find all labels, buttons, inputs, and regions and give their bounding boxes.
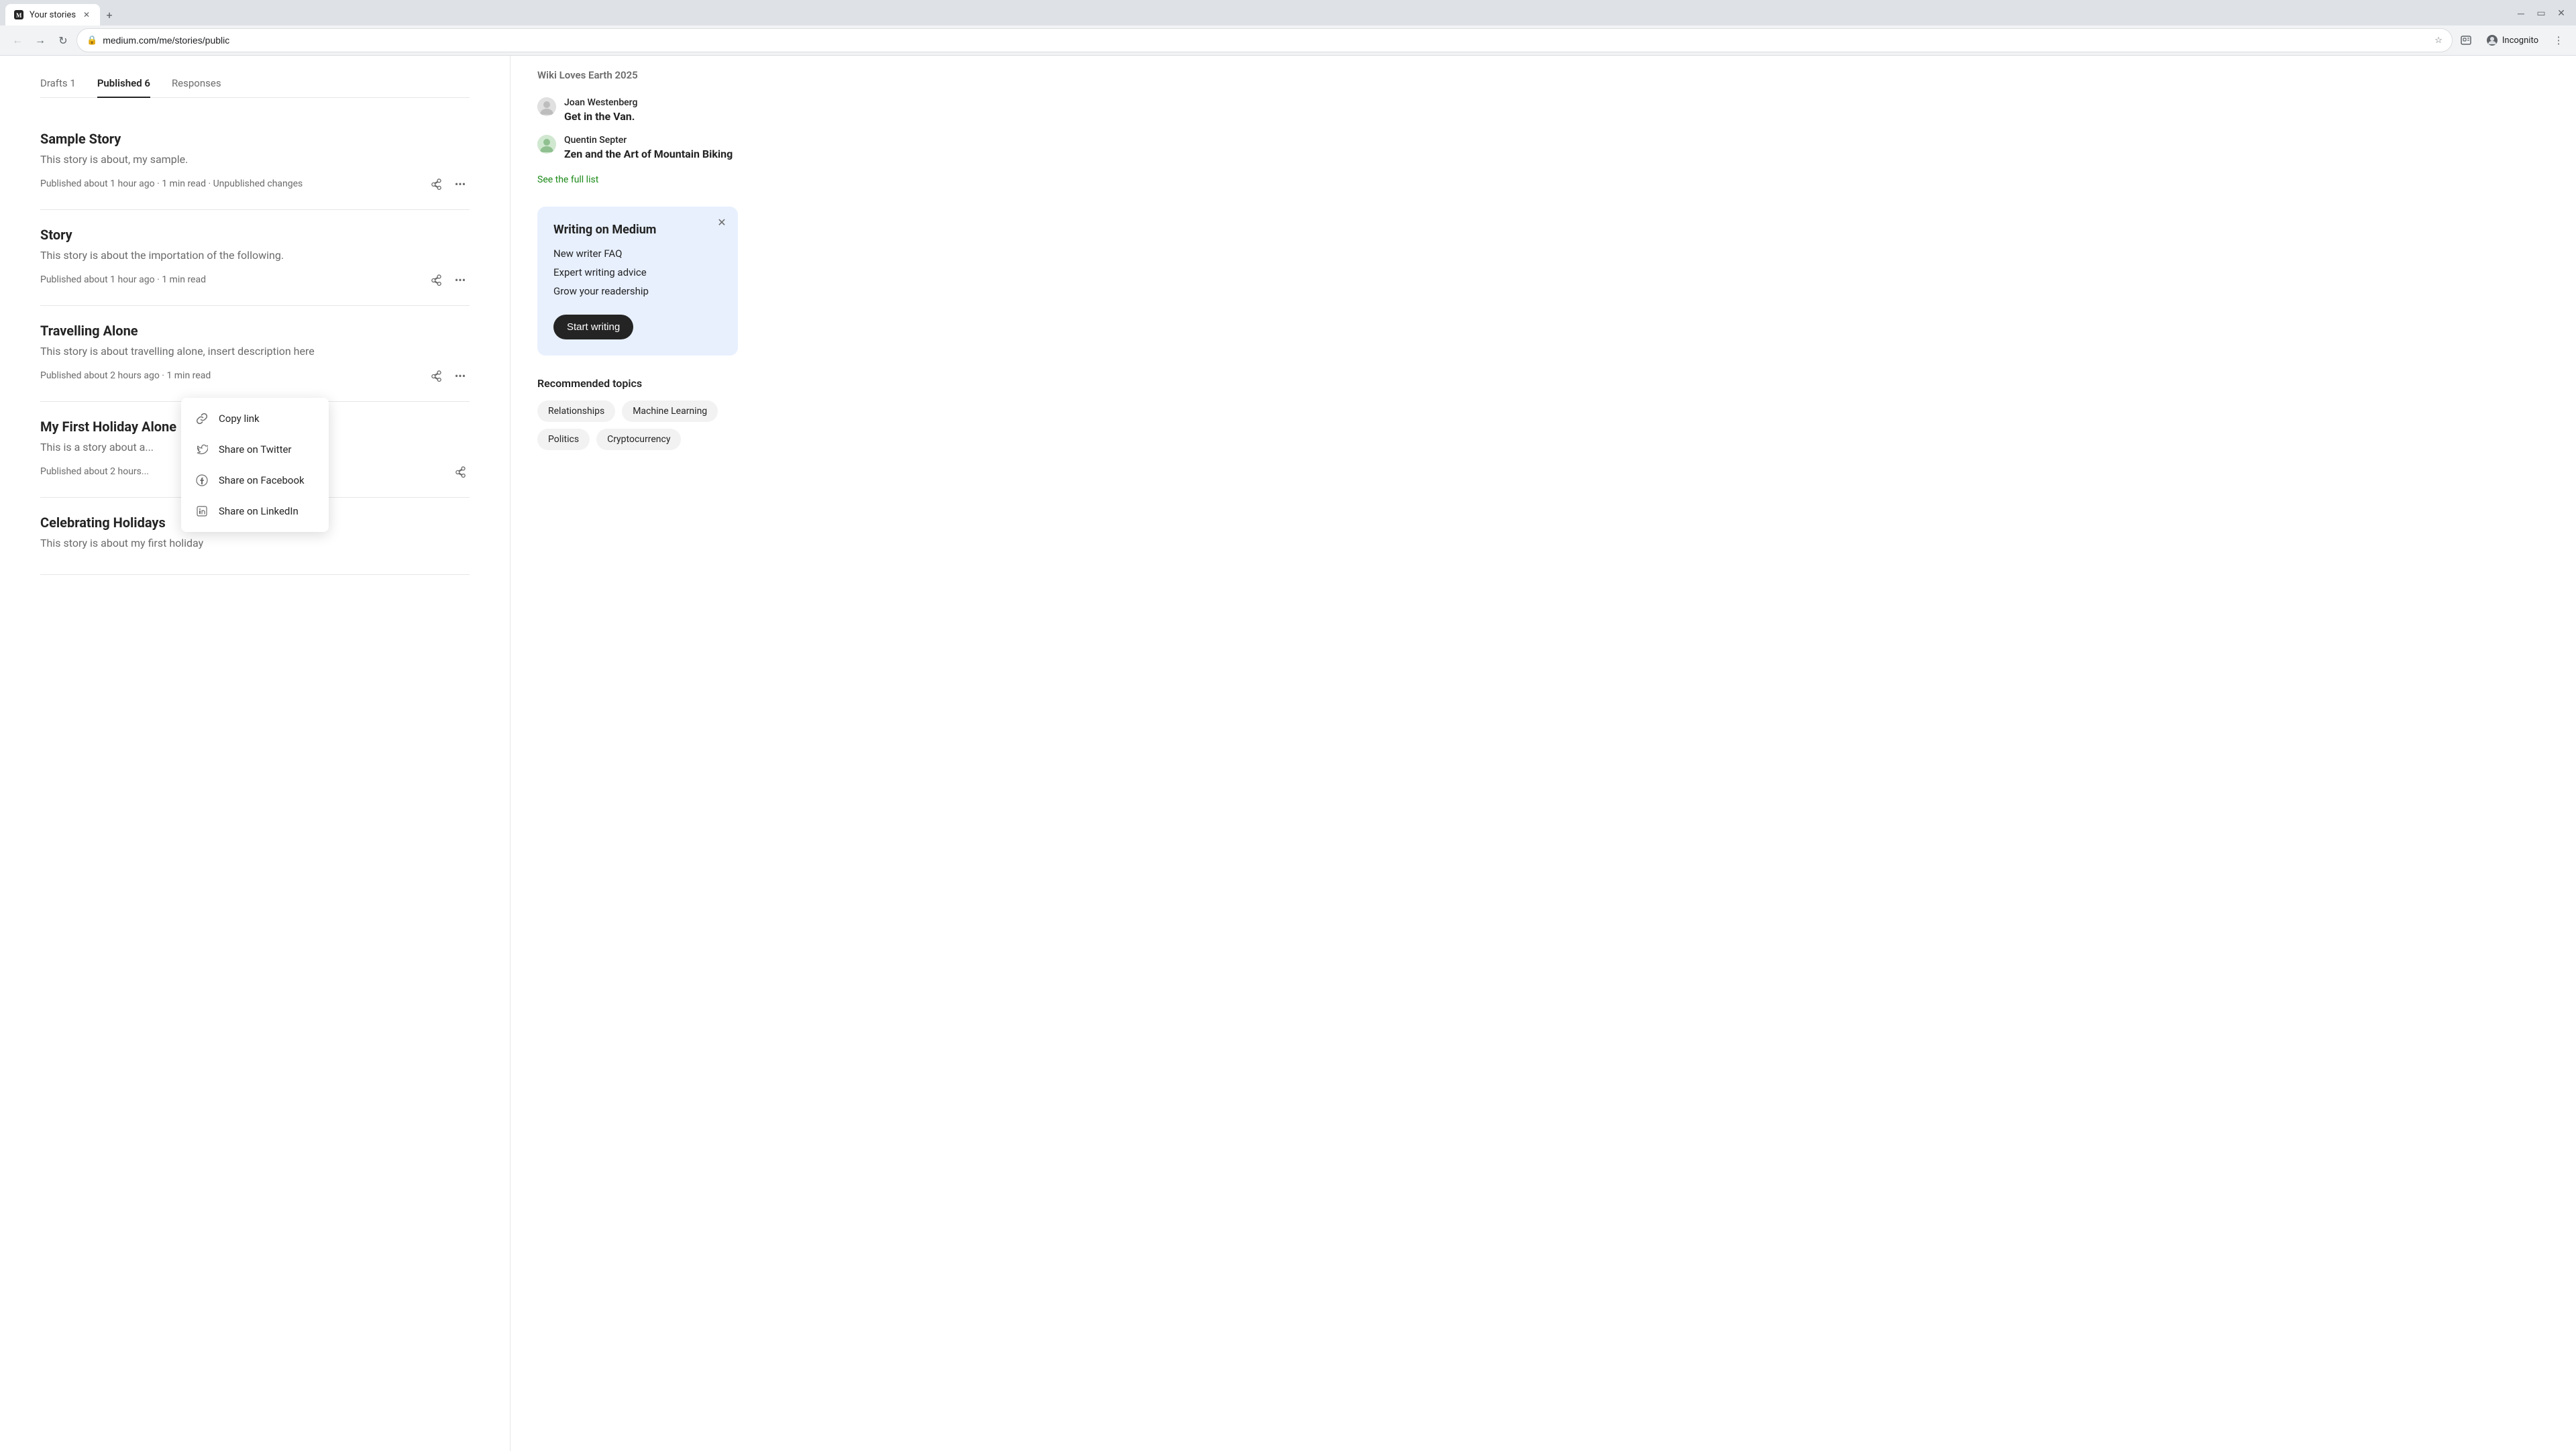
start-writing-button[interactable]: Start writing — [553, 315, 633, 339]
rec-title[interactable]: Zen and the Art of Mountain Biking — [564, 148, 738, 162]
story-tabs: Drafts 1 Published 6 Responses — [40, 56, 470, 98]
tab-published[interactable]: Published 6 — [97, 69, 150, 97]
twitter-icon — [195, 442, 209, 457]
avatar — [537, 135, 556, 154]
rec-item: Joan Westenberg Get in the Van. — [537, 97, 738, 124]
share-linkedin-label: Share on LinkedIn — [219, 505, 299, 517]
writing-on-medium-card: ✕ Writing on Medium New writer FAQ Exper… — [537, 207, 738, 356]
story-actions — [451, 462, 470, 481]
new-tab-button[interactable]: + — [100, 5, 119, 24]
writing-card-close-button[interactable]: ✕ — [714, 215, 730, 231]
avatar — [537, 97, 556, 116]
rec-title[interactable]: Get in the Van. — [564, 110, 738, 124]
topic-politics[interactable]: Politics — [537, 429, 590, 450]
story-excerpt: This story is about my first holiday — [40, 535, 470, 551]
tab-responses[interactable]: Responses — [172, 69, 221, 97]
story-meta-row: Published about 2 hours ago · 1 min read… — [40, 366, 470, 385]
see-full-list-link[interactable]: See the full list — [537, 174, 598, 185]
lock-icon: 🔒 — [87, 36, 97, 46]
rec-content: Joan Westenberg Get in the Van. — [564, 97, 738, 124]
share-twitter-label: Share on Twitter — [219, 443, 292, 455]
maximize-button[interactable]: ▭ — [2532, 4, 2551, 23]
share-dropdown-menu: Copy link Share on Twitter — [181, 398, 329, 532]
bookmark-icon[interactable] — [2457, 31, 2475, 50]
recommended-topics-title: Recommended topics — [537, 377, 738, 390]
story-excerpt: This story is about travelling alone, in… — [40, 343, 470, 360]
story-actions: ••• — [427, 174, 470, 193]
story-excerpt: This story is about the importation of t… — [40, 248, 470, 264]
star-icon[interactable]: ☆ — [2434, 36, 2443, 46]
forward-button[interactable]: → — [31, 31, 50, 50]
story-meta: Published about 1 hour ago · 1 min read — [40, 274, 206, 285]
topics-grid: Relationships Machine Learning Politics … — [537, 400, 738, 450]
tab-drafts[interactable]: Drafts 1 — [40, 69, 76, 97]
rec-item: Quentin Septer Zen and the Art of Mounta… — [537, 135, 738, 162]
writing-card-title: Writing on Medium — [553, 223, 722, 237]
topic-cryptocurrency[interactable]: Cryptocurrency — [596, 429, 681, 450]
page-content: Drafts 1 Published 6 Responses Sample St… — [0, 56, 2576, 1451]
rec-content: Quentin Septer Zen and the Art of Mounta… — [564, 135, 738, 162]
linkedin-icon — [195, 504, 209, 519]
dropdown-share-facebook[interactable]: Share on Facebook — [181, 465, 329, 496]
address-bar[interactable]: 🔒 ☆ — [76, 28, 2453, 52]
url-input[interactable] — [103, 35, 2429, 46]
story-item: Sample Story This story is about, my sam… — [40, 114, 470, 210]
new-writer-faq-link[interactable]: New writer FAQ — [553, 248, 722, 260]
more-button[interactable]: ••• — [451, 270, 470, 289]
sidebar-top-title: Wiki Loves Earth 2025 — [537, 69, 738, 81]
back-button[interactable]: ← — [8, 31, 27, 50]
topic-machine-learning[interactable]: Machine Learning — [622, 400, 718, 422]
share-button[interactable] — [427, 270, 445, 289]
story-excerpt: This story is about, my sample. — [40, 152, 470, 168]
recommended-articles-section: Joan Westenberg Get in the Van. Quentin … — [537, 97, 738, 185]
story-meta-row: Published about 1 hour ago · 1 min read … — [40, 270, 470, 289]
story-item: Story This story is about the importatio… — [40, 210, 470, 306]
dropdown-share-twitter[interactable]: Share on Twitter — [181, 434, 329, 465]
story-title[interactable]: Sample Story — [40, 130, 470, 148]
incognito-button[interactable]: Incognito — [2479, 32, 2545, 49]
grow-readership-link[interactable]: Grow your readership — [553, 285, 722, 297]
share-button[interactable] — [451, 462, 470, 481]
rec-author: Quentin Septer — [564, 135, 738, 146]
story-title[interactable]: Travelling Alone — [40, 322, 470, 339]
browser-tab-active[interactable]: M Your stories ✕ — [5, 4, 100, 25]
share-facebook-label: Share on Facebook — [219, 474, 305, 486]
tab-favicon: M — [13, 9, 24, 20]
sidebar-top-section: Wiki Loves Earth 2025 — [537, 69, 738, 81]
incognito-label: Incognito — [2502, 36, 2538, 46]
more-button[interactable]: ••• — [451, 174, 470, 193]
close-button[interactable]: ✕ — [2552, 4, 2571, 23]
link-icon — [195, 411, 209, 426]
sidebar: Wiki Loves Earth 2025 Joan Westenberg Ge… — [510, 56, 765, 1451]
story-meta: Published about 2 hours ago · 1 min read — [40, 370, 211, 381]
rec-author: Joan Westenberg — [564, 97, 738, 108]
window-controls: ─ ▭ ✕ — [2512, 4, 2571, 25]
main-content: Drafts 1 Published 6 Responses Sample St… — [0, 56, 510, 1451]
recommended-topics-section: Recommended topics Relationships Machine… — [537, 377, 738, 450]
menu-icon[interactable]: ⋮ — [2549, 31, 2568, 50]
story-title[interactable]: Story — [40, 226, 470, 244]
story-actions: ••• — [427, 366, 470, 385]
svg-text:M: M — [16, 12, 22, 19]
story-meta: Published about 1 hour ago · 1 min read … — [40, 178, 303, 189]
expert-writing-advice-link[interactable]: Expert writing advice — [553, 266, 722, 278]
share-button[interactable] — [427, 174, 445, 193]
browser-chrome: M Your stories ✕ + ─ ▭ ✕ ← → ↻ 🔒 ☆ Incog… — [0, 0, 2576, 56]
share-button[interactable] — [427, 366, 445, 385]
tab-close-button[interactable]: ✕ — [81, 9, 92, 20]
minimize-button[interactable]: ─ — [2512, 4, 2530, 23]
facebook-icon — [195, 473, 209, 488]
copy-link-label: Copy link — [219, 413, 260, 425]
topic-relationships[interactable]: Relationships — [537, 400, 615, 422]
more-button-active[interactable]: ••• — [451, 366, 470, 385]
tab-title: Your stories — [30, 10, 76, 20]
dropdown-copy-link[interactable]: Copy link — [181, 403, 329, 434]
story-actions: ••• — [427, 270, 470, 289]
story-meta-row: Published about 1 hour ago · 1 min read … — [40, 174, 470, 193]
reload-button[interactable]: ↻ — [54, 31, 72, 50]
dropdown-share-linkedin[interactable]: Share on LinkedIn — [181, 496, 329, 527]
story-meta: Published about 2 hours... — [40, 466, 149, 477]
story-item: Travelling Alone This story is about tra… — [40, 306, 470, 402]
